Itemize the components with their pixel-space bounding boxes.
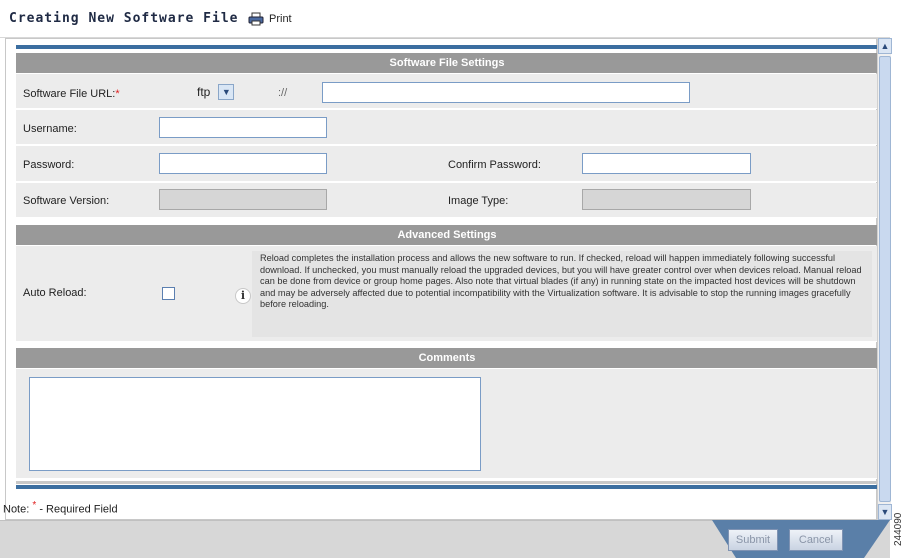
info-icon: i (235, 288, 251, 304)
auto-reload-checkbox[interactable] (162, 287, 175, 300)
confirm-password-label: Confirm Password: (448, 159, 541, 171)
section-header-comments: Comments (16, 348, 878, 368)
scroll-down-icon[interactable]: ▼ (878, 504, 892, 520)
required-marker: * (115, 88, 120, 100)
cancel-button[interactable]: Cancel (789, 529, 843, 551)
software-version-label: Software Version: (23, 195, 110, 207)
printer-icon (248, 12, 264, 26)
print-label: Print (269, 13, 292, 25)
top-stripe (16, 45, 878, 49)
required-field-note: Note: * - Required Field (3, 500, 118, 516)
software-url-label-text: Software File URL: (23, 88, 116, 100)
row-auto-reload: Auto Reload: i Reload completes the inst… (16, 246, 878, 342)
password-label: Password: (23, 159, 75, 171)
section-header-software: Software File Settings (16, 53, 878, 73)
note-prefix: Note: (3, 503, 33, 516)
figure-id-label: 244090 (893, 512, 904, 546)
note-text: - Required Field (36, 503, 118, 516)
form-panel: Software File Settings Software File URL… (5, 38, 878, 520)
submit-button[interactable]: Submit (728, 529, 778, 551)
password-input[interactable] (159, 153, 327, 174)
auto-reload-description: Reload completes the installation proces… (252, 251, 872, 337)
row-password: Password: Confirm Password: (16, 146, 878, 182)
vertical-scrollbar[interactable]: ▲ ▼ (877, 38, 892, 520)
print-button[interactable]: Print (248, 7, 314, 31)
scroll-up-icon[interactable]: ▲ (878, 38, 892, 54)
image-type-input (582, 189, 751, 210)
title-bar: Creating New Software File Print (0, 0, 890, 38)
software-url-label: Software File URL:* (23, 88, 120, 100)
row-software-url: Software File URL:* ftp ▼ :// (16, 74, 878, 109)
row-software-version: Software Version: Image Type: (16, 183, 878, 218)
username-input[interactable] (159, 117, 327, 138)
url-separator: :// (278, 87, 288, 99)
protocol-select[interactable]: ftp ▼ (197, 82, 235, 102)
image-type-label: Image Type: (448, 195, 509, 207)
row-comments (16, 369, 878, 479)
bottom-stripe (16, 485, 878, 489)
software-url-input[interactable] (322, 82, 690, 103)
comments-textarea[interactable] (29, 377, 481, 471)
divider (16, 481, 878, 484)
auto-reload-label: Auto Reload: (23, 287, 87, 299)
section-header-advanced: Advanced Settings (16, 225, 878, 245)
page-title: Creating New Software File (9, 11, 239, 26)
protocol-value: ftp (197, 85, 211, 99)
chevron-down-icon[interactable]: ▼ (218, 84, 235, 100)
row-username: Username: (16, 110, 878, 145)
confirm-password-input[interactable] (582, 153, 751, 174)
software-version-input (159, 189, 327, 210)
username-label: Username: (23, 123, 77, 135)
scroll-thumb[interactable] (879, 56, 891, 502)
